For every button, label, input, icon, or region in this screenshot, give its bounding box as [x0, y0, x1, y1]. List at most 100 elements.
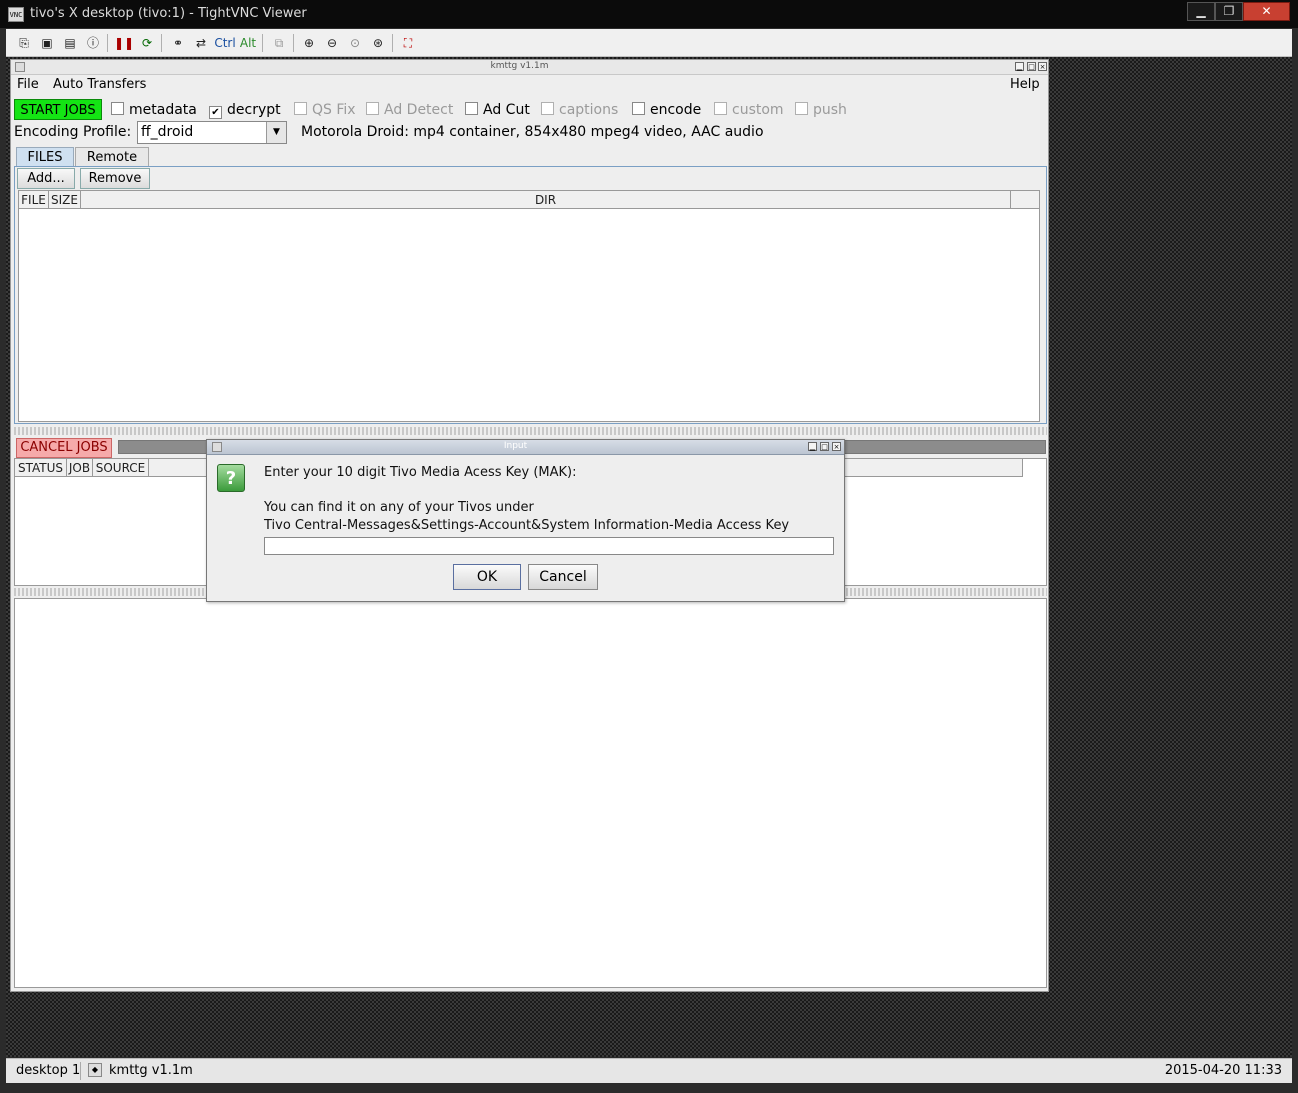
clock: 2015-04-20 11:33	[1164, 1063, 1282, 1078]
tab-files[interactable]: FILES	[16, 147, 74, 167]
transfer-icon[interactable]: ⇄	[191, 33, 211, 53]
dialog-title-bar: Input ▁ □ ×	[207, 440, 844, 455]
dialog-prompt: Enter your 10 digit Tivo Media Acess Key…	[264, 465, 577, 480]
checkbox-label: QS Fix	[312, 102, 356, 118]
toolbar-separator	[161, 34, 162, 52]
dialog-hint: You can find it on any of your Tivos und…	[264, 500, 534, 515]
mak-input[interactable]	[264, 537, 834, 555]
ok-button[interactable]: OK	[453, 564, 521, 590]
encoding-description: Motorola Droid: mp4 container, 854x480 m…	[301, 124, 764, 140]
new-connection-icon[interactable]: ⎘	[14, 33, 34, 53]
checkbox-box	[465, 102, 478, 115]
column-header-status[interactable]: STATUS	[15, 459, 67, 477]
checkbox-label: captions	[559, 102, 619, 118]
checkbox-push[interactable]: push	[795, 101, 847, 119]
app-title-bar: kmttg v1.1m ▁ □ ×	[11, 60, 1048, 75]
menu-auto-transfers[interactable]: Auto Transfers	[53, 77, 146, 92]
chevron-down-icon[interactable]: ▼	[266, 122, 286, 143]
toolbar-separator	[293, 34, 294, 52]
split-pane-divider[interactable]	[14, 427, 1047, 435]
dialog-hint-path: Tivo Central-Messages&Settings-Account&S…	[264, 518, 790, 533]
checkbox-ad-detect[interactable]: Ad Detect	[366, 101, 453, 119]
checkbox-encode[interactable]: encode	[632, 101, 701, 119]
window-title: tivo's X desktop (tivo:1) - TightVNC Vie…	[30, 6, 307, 21]
input-dialog: Input ▁ □ × ? Enter your 10 digit Tivo M…	[206, 439, 845, 602]
add-button[interactable]: Add...	[17, 168, 75, 189]
checkbox-box	[366, 102, 379, 115]
column-header-file[interactable]: FILE	[19, 191, 49, 209]
fullscreen-icon[interactable]: ⛶	[398, 33, 418, 53]
checkbox-label: metadata	[129, 102, 197, 118]
pause-icon[interactable]: ❚❚	[114, 33, 134, 53]
desktop-label[interactable]: desktop 1	[16, 1063, 80, 1078]
menu-bar: File Auto Transfers Help	[11, 76, 1048, 96]
checkbox-label: custom	[732, 102, 784, 118]
taskbar-separator	[80, 1062, 81, 1080]
encoding-profile-label: Encoding Profile:	[14, 124, 132, 140]
cancel-button[interactable]: Cancel	[528, 564, 598, 590]
checkbox-box	[294, 102, 307, 115]
column-header-dir[interactable]: DIR	[81, 191, 1011, 209]
vnc-app-icon: VNC	[8, 7, 24, 22]
minimize-icon[interactable]: ▁	[808, 442, 817, 451]
toolbar-separator	[392, 34, 393, 52]
taskbar: desktop 1 ◆ kmttg v1.1m 2015-04-20 11:33	[6, 1058, 1292, 1083]
column-header-filler	[1011, 191, 1039, 209]
menu-file[interactable]: File	[17, 77, 39, 92]
files-table[interactable]: FILE SIZE DIR	[18, 190, 1040, 422]
remove-button[interactable]: Remove	[80, 168, 150, 189]
zoom-in-icon[interactable]: ⊕	[299, 33, 319, 53]
encoding-profile-select[interactable]: ff_droid	[137, 121, 287, 144]
save-icon[interactable]: ▣	[37, 33, 57, 53]
close-icon[interactable]: ×	[832, 442, 841, 451]
column-header-size[interactable]: SIZE	[49, 191, 81, 209]
checkbox-box	[111, 102, 124, 115]
zoom-100-icon[interactable]: ⊙	[345, 33, 365, 53]
column-header-source[interactable]: SOURCE	[93, 459, 149, 477]
alt-key-icon[interactable]: Alt	[238, 33, 258, 53]
tab-remote[interactable]: Remote	[75, 147, 149, 167]
info-icon[interactable]: ⓘ	[83, 33, 103, 53]
refresh-icon[interactable]: ⟳	[137, 33, 157, 53]
ctrl-key-icon[interactable]: Ctrl	[213, 33, 237, 53]
toolbar-separator	[107, 34, 108, 52]
checkbox-label: decrypt	[227, 102, 281, 118]
maximize-icon[interactable]: □	[820, 442, 829, 451]
checkbox-ad-cut[interactable]: Ad Cut	[465, 101, 530, 119]
start-jobs-button[interactable]: START JOBS	[14, 99, 102, 120]
options-icon[interactable]: ▤	[60, 33, 80, 53]
app-icon: ◆	[88, 1063, 102, 1077]
checkbox-qs-fix[interactable]: QS Fix	[294, 101, 356, 119]
question-icon: ?	[217, 464, 245, 492]
clipboard-icon[interactable]: ⧉	[269, 33, 289, 53]
minimize-icon[interactable]: ▁	[1187, 2, 1215, 21]
toolbar-separator	[262, 34, 263, 52]
taskbar-app-item[interactable]: kmttg v1.1m	[109, 1063, 193, 1078]
maximize-icon[interactable]: ❐	[1215, 2, 1243, 21]
checkbox-label: Ad Detect	[384, 102, 454, 118]
vnc-toolbar: ⎘ ▣ ▤ ⓘ ❚❚ ⟳ ⚭ ⇄ Ctrl Alt ⧉ ⊕ ⊖ ⊙ ⊛ ⛶	[6, 29, 1292, 57]
close-icon[interactable]: ✕	[1243, 2, 1290, 21]
checkbox-box	[541, 102, 554, 115]
minimize-icon[interactable]: ▁	[1015, 62, 1024, 71]
chat-icon[interactable]: ⚭	[168, 33, 188, 53]
dialog-title: Input	[503, 441, 528, 451]
column-header-job[interactable]: JOB	[67, 459, 93, 477]
close-icon[interactable]: ×	[1038, 62, 1047, 71]
checkbox-custom[interactable]: custom	[714, 101, 784, 119]
vnc-title-bar: VNC tivo's X desktop (tivo:1) - TightVNC…	[0, 0, 1298, 28]
log-text-area[interactable]	[14, 598, 1047, 988]
check-icon: ✔	[209, 106, 222, 119]
zoom-out-icon[interactable]: ⊖	[322, 33, 342, 53]
checkbox-label: encode	[650, 102, 702, 118]
checkbox-captions[interactable]: captions	[541, 101, 618, 119]
files-panel: Add... Remove FILE SIZE DIR	[14, 166, 1047, 424]
checkbox-metadata[interactable]: metadata	[111, 101, 197, 119]
checkbox-box	[632, 102, 645, 115]
zoom-fit-icon[interactable]: ⊛	[368, 33, 388, 53]
cancel-jobs-button[interactable]: CANCEL JOBS	[16, 438, 112, 458]
menu-help[interactable]: Help	[1010, 77, 1040, 92]
maximize-icon[interactable]: □	[1027, 62, 1036, 71]
checkbox-label: push	[813, 102, 847, 118]
checkbox-decrypt[interactable]: ✔ decrypt	[209, 101, 281, 119]
